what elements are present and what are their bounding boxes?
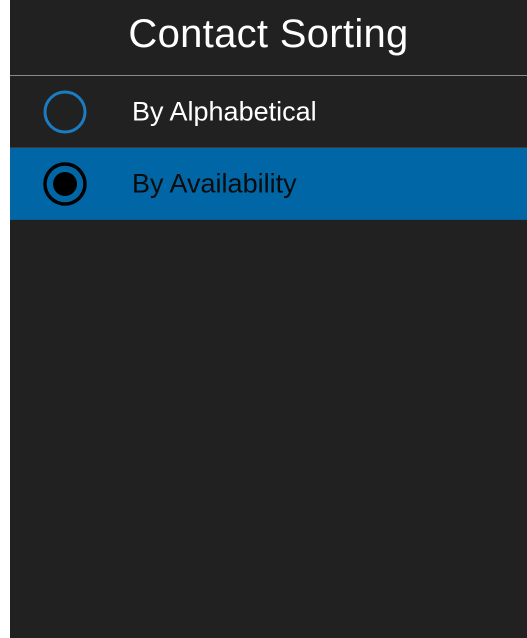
contact-sorting-screen: Contact Sorting By Alphabetical By Avail… (10, 0, 527, 638)
sort-option-availability[interactable]: By Availability (10, 148, 527, 220)
radio-unselected-icon[interactable] (41, 88, 89, 136)
radio-selected-icon[interactable] (41, 160, 89, 208)
sort-options-list: By Alphabetical By Availability (10, 76, 527, 220)
sort-option-label: By Availability (132, 168, 297, 198)
header: Contact Sorting (10, 0, 527, 76)
page-title: Contact Sorting (128, 12, 409, 56)
sort-option-label: By Alphabetical (132, 96, 317, 126)
sort-option-alphabetical[interactable]: By Alphabetical (10, 76, 527, 148)
